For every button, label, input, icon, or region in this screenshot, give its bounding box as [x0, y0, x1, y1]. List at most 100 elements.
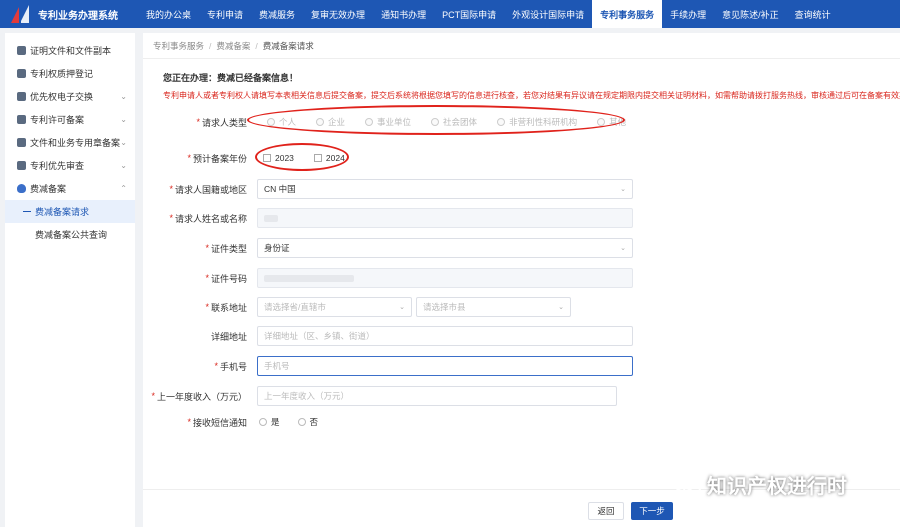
next-button[interactable]: 下一步: [631, 502, 673, 520]
notice-text: 专利申请人或者专利权人请填写本表相关信息后提交备案，提交后系统将根据您填写的信息…: [163, 91, 900, 100]
sidebar-item[interactable]: 证明文件和文件副本: [5, 39, 135, 62]
requester-type-radio[interactable]: 非营利性科研机构: [497, 116, 577, 128]
nav-item[interactable]: 查询统计: [787, 0, 839, 28]
radio-icon: [597, 118, 606, 126]
app-logo[interactable]: 专利业务办理系统: [0, 0, 138, 28]
sidebar-item-label: 证明文件和文件副本: [30, 46, 112, 56]
sidebar-item-label: 专利许可备案: [30, 115, 85, 125]
main-panel: 专利事务服务 / 费减备案 / 费减备案请求 您正在办理：费减已经备案信息！ 专…: [143, 33, 900, 527]
chevron-down-icon: ⌄: [620, 245, 626, 252]
region-label: 联系地址: [210, 302, 247, 313]
document-icon: [17, 161, 26, 170]
radio-label: 是: [271, 417, 280, 427]
address-input[interactable]: 详细地址（区、乡镇、街道）: [257, 326, 633, 346]
checkbox-icon: [313, 154, 322, 162]
radio-label: 其他: [609, 117, 627, 127]
nav-item[interactable]: 复审无效办理: [303, 0, 373, 28]
breadcrumb-item[interactable]: 专利事务服务: [153, 40, 204, 52]
radio-icon: [431, 118, 440, 126]
redacted-text: [264, 274, 354, 282]
notify-radio[interactable]: 否: [297, 416, 318, 428]
requester-type-radio[interactable]: 个人: [267, 116, 296, 128]
sidebar-item[interactable]: 专利许可备案 ⌄: [5, 108, 135, 131]
income-label: 上一年度收入（万元）: [156, 391, 247, 402]
notice-title: 您正在办理：费减已经备案信息！: [163, 73, 299, 83]
watermark: 知识产权进行时: [673, 470, 847, 499]
id-type-row: * 证件类型 身份证 ⌄: [143, 237, 633, 259]
nav-item[interactable]: 我的办公桌: [138, 0, 199, 28]
nav-item[interactable]: 通知书办理: [373, 0, 434, 28]
sidebar-item[interactable]: 专利优先审查 ⌄: [5, 154, 135, 177]
country-value: CN 中国: [264, 184, 296, 194]
income-row: * 上一年度收入（万元） 上一年度收入（万元）: [143, 385, 617, 407]
breadcrumb-separator: /: [255, 40, 258, 51]
id-number-label: 证件号码: [210, 273, 247, 284]
radio-icon: [297, 418, 306, 426]
document-icon: [17, 46, 26, 55]
year-checkbox[interactable]: 2023: [263, 153, 294, 163]
country-label: 请求人国籍或地区: [174, 184, 247, 195]
sidebar-item-label: 文件和业务专用章备案: [30, 138, 121, 148]
sidebar-item[interactable]: 优先权电子交换 ⌄: [5, 85, 135, 108]
requester-type-radio[interactable]: 企业: [316, 116, 345, 128]
sidebar-item[interactable]: 文件和业务专用章备案 ⌄: [5, 131, 135, 154]
sidebar: 证明文件和文件副本 专利权质押登记 优先权电子交换 ⌄ 专利许可备案 ⌄ 文件和业务专用章备…: [5, 33, 135, 527]
phone-input[interactable]: 手机号: [257, 356, 633, 376]
nav-item[interactable]: 意见陈述/补正: [714, 0, 787, 28]
back-button[interactable]: 返回: [588, 502, 624, 520]
country-row: * 请求人国籍或地区 CN 中国 ⌄: [143, 178, 633, 200]
name-label: 请求人姓名或名称: [174, 213, 247, 224]
sidebar-item[interactable]: 专利权质押登记: [5, 62, 135, 85]
requester-type-row: * 请求人类型 个人 企业 事业单位 社会团体 非营利性科研机构 其他: [196, 116, 627, 128]
id-number-field[interactable]: [257, 268, 633, 288]
nav-item[interactable]: PCT国际申请: [434, 0, 504, 28]
province-placeholder: 请选择省/直辖市: [264, 302, 326, 312]
notify-label: 接收短信通知: [192, 417, 247, 428]
radio-icon: [267, 118, 275, 126]
id-type-label: 证件类型: [210, 243, 247, 254]
requester-type-radio[interactable]: 社会团体: [431, 116, 477, 128]
requester-type-radio[interactable]: 其他: [597, 116, 626, 128]
nav-item[interactable]: 专利申请: [199, 0, 251, 28]
notice-box: 您正在办理：费减已经备案信息！ 专利申请人或者专利权人请填写本表相关信息后提交备…: [143, 59, 900, 101]
id-type-select[interactable]: 身份证 ⌄: [257, 238, 633, 258]
sidebar-item-label: 专利权质押登记: [30, 69, 94, 79]
sidebar-item[interactable]: 费减备案 ⌃: [5, 177, 135, 200]
name-field[interactable]: [257, 208, 633, 228]
city-select[interactable]: 请选择市县 ⌄: [416, 297, 571, 317]
nav-item[interactable]: 专利事务服务: [592, 0, 663, 28]
checkbox-label: 2024: [325, 153, 345, 163]
breadcrumb: 专利事务服务 / 费减备案 / 费减备案请求: [143, 33, 900, 59]
radio-icon: [259, 418, 267, 426]
phone-placeholder: 手机号: [264, 361, 290, 371]
phone-row: * 手机号 手机号: [143, 355, 633, 377]
wechat-icon: [673, 473, 701, 496]
radio-icon: [316, 118, 325, 126]
chevron-icon: ⌄: [120, 161, 127, 170]
radio-label: 社会团体: [443, 117, 478, 127]
nav-item[interactable]: 外观设计国际申请: [504, 0, 592, 28]
sidebar-item-label: 费减备案: [30, 184, 67, 194]
notify-radio[interactable]: 是: [259, 416, 280, 428]
province-select[interactable]: 请选择省/直辖市 ⌄: [257, 297, 412, 317]
radio-label: 非营利性科研机构: [509, 117, 578, 127]
sidebar-subitem[interactable]: 费减备案公共查询: [5, 223, 135, 246]
years-row: * 预计备案年份 2023 2024: [187, 153, 345, 164]
country-select[interactable]: CN 中国 ⌄: [257, 179, 633, 199]
chevron-icon: ⌄: [120, 138, 127, 147]
document-icon: [17, 138, 26, 147]
document-icon: [17, 69, 26, 78]
id-number-row: * 证件号码: [143, 267, 633, 289]
nav-item[interactable]: 手续办理: [662, 0, 714, 28]
chevron-down-icon: ⌄: [399, 304, 405, 311]
chevron-icon: ⌄: [120, 92, 127, 101]
document-icon: [17, 115, 26, 124]
breadcrumb-item[interactable]: 费减备案: [216, 40, 250, 52]
sidebar-subitem[interactable]: 费减备案请求: [5, 200, 135, 223]
nav-item[interactable]: 费减服务: [251, 0, 303, 28]
requester-type-radio[interactable]: 事业单位: [365, 116, 411, 128]
id-type-value: 身份证: [264, 243, 290, 253]
year-checkbox[interactable]: 2024: [313, 153, 345, 163]
shield-icon: [17, 184, 26, 193]
income-input[interactable]: 上一年度收入（万元）: [257, 386, 617, 406]
